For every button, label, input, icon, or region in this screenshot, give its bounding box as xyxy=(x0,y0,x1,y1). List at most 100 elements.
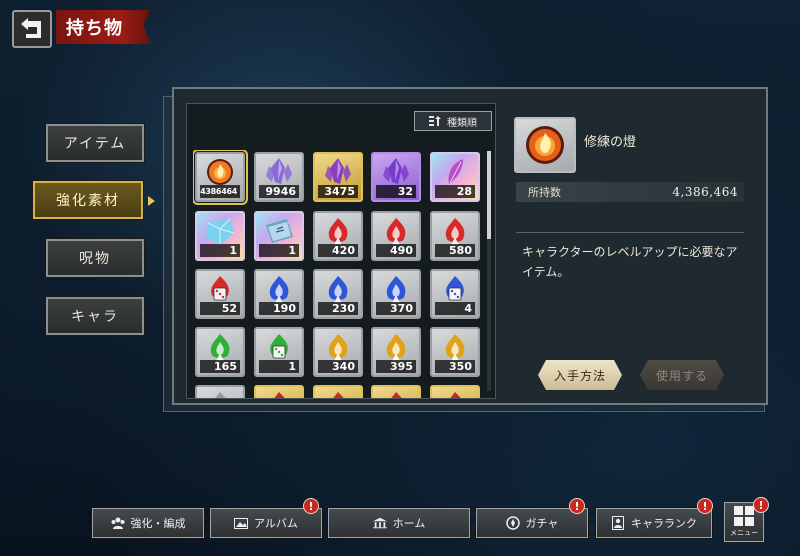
item-count: 370 xyxy=(376,302,416,315)
item-count: 9946 xyxy=(259,185,299,198)
back-button[interactable] xyxy=(12,10,52,48)
nav-character-rank-button[interactable]: キャラランク xyxy=(595,507,713,539)
item-count: 165 xyxy=(200,360,240,373)
item-slot[interactable] xyxy=(371,385,421,398)
purple-crystal-icon xyxy=(325,158,351,185)
flame-shard-icon xyxy=(450,392,461,398)
tab-label: 呪物 xyxy=(79,251,111,267)
item-slot[interactable]: 4 xyxy=(430,269,480,319)
nav-album-button[interactable]: アルバム xyxy=(209,507,323,539)
item-icon-wrapper xyxy=(202,389,238,398)
item-icon-wrapper xyxy=(320,389,356,398)
item-slot[interactable]: 190 xyxy=(254,269,304,319)
item-slot[interactable]: 230 xyxy=(313,269,363,319)
character-rank-notification-badge: ! xyxy=(697,498,713,514)
detail-item-thumbnail xyxy=(514,117,576,173)
dice-flame-icon xyxy=(270,334,288,359)
menu-notification-badge: ! xyxy=(753,497,769,513)
tab-enhance-material[interactable]: 強化素材 xyxy=(32,180,144,220)
item-count: 52 xyxy=(200,302,240,315)
item-slot[interactable]: 32 xyxy=(371,152,421,202)
item-slot[interactable]: 1 xyxy=(254,211,304,261)
nav-label: キャラランク xyxy=(631,517,697,530)
nav-label: 強化・編成 xyxy=(130,517,186,530)
sort-icon xyxy=(429,116,441,126)
purple-crystal-icon xyxy=(266,158,292,185)
detail-item-name: 修練の燈 xyxy=(584,135,637,150)
item-slot[interactable]: 1 xyxy=(254,327,304,377)
tab-character[interactable]: キャラ xyxy=(45,296,145,336)
item-slot[interactable] xyxy=(313,385,363,398)
detail-divider xyxy=(516,232,744,233)
item-count: 32 xyxy=(376,185,416,198)
flame-shard-icon xyxy=(445,218,465,246)
nav-label: ホーム xyxy=(392,517,426,530)
sort-button[interactable]: 種類順 xyxy=(414,111,492,131)
dice-flame-icon xyxy=(211,276,229,301)
flame-shard-icon xyxy=(386,276,406,304)
flame-shard-icon xyxy=(328,276,348,304)
back-arrow-icon xyxy=(21,18,41,38)
menu-label: メニュー xyxy=(730,529,758,537)
nav-label: アルバム xyxy=(254,517,298,530)
page-title-banner: 持ち物 xyxy=(56,10,150,44)
item-slot[interactable]: 370 xyxy=(371,269,421,319)
flame-orb-icon xyxy=(526,126,564,164)
item-slot[interactable]: 9946 xyxy=(254,152,304,202)
group-icon xyxy=(111,516,125,530)
feather-icon xyxy=(448,159,463,185)
item-slot[interactable] xyxy=(254,385,304,398)
owned-count-bar: 所持数 4,386,464 xyxy=(516,182,744,202)
owned-label: 所持数 xyxy=(528,186,561,199)
flame-shard-icon xyxy=(391,392,402,398)
item-slot[interactable]: 340 xyxy=(313,327,363,377)
item-count: 1 xyxy=(259,360,299,373)
flame-shard-icon xyxy=(210,334,230,362)
item-slot[interactable]: 3475 xyxy=(313,152,363,202)
item-slot[interactable]: 395 xyxy=(371,327,421,377)
flame-shard-icon xyxy=(386,334,406,362)
item-slot[interactable]: 52 xyxy=(195,269,245,319)
item-slot[interactable]: 350 xyxy=(430,327,480,377)
item-slot[interactable]: 580 xyxy=(430,211,480,261)
grid-scrollbar-thumb[interactable] xyxy=(487,151,491,239)
flame-shard-icon xyxy=(328,218,348,246)
item-count: 28 xyxy=(435,185,475,198)
nav-gacha-button[interactable]: ガチャ xyxy=(475,507,589,539)
item-slot[interactable]: 420 xyxy=(313,211,363,261)
rainbow-gem-icon xyxy=(206,218,235,246)
item-count: 490 xyxy=(376,244,416,257)
flame-shard-icon xyxy=(386,218,406,246)
item-slot[interactable]: 28 xyxy=(430,152,480,202)
use-button[interactable]: 使用する xyxy=(640,360,724,390)
rank-icon xyxy=(611,516,625,530)
item-count: 230 xyxy=(318,302,358,315)
gacha-notification-badge: ! xyxy=(569,498,585,514)
album-icon xyxy=(234,516,249,530)
acquire-label: 入手方法 xyxy=(553,368,606,383)
nav-enhance-formation-button[interactable]: 強化・編成 xyxy=(91,507,205,539)
flame-shard-icon xyxy=(274,392,285,398)
item-count: 190 xyxy=(259,302,299,315)
item-slot[interactable]: 165 xyxy=(195,327,245,377)
nav-home-button[interactable]: ホーム xyxy=(327,507,471,539)
sort-label: 種類順 xyxy=(447,117,477,129)
item-slot[interactable]: 490 xyxy=(371,211,421,261)
flame-shard-icon xyxy=(445,334,465,362)
item-slot[interactable]: 4386464 xyxy=(193,150,248,205)
dice-flame-icon xyxy=(446,276,464,301)
purple-crystal-icon xyxy=(383,158,409,185)
item-slot[interactable] xyxy=(195,385,245,398)
flame-shard-icon xyxy=(215,392,226,398)
item-count: 4 xyxy=(435,302,475,315)
acquire-method-button[interactable]: 入手方法 xyxy=(538,360,622,390)
home-icon xyxy=(372,516,387,530)
tab-item[interactable]: アイテム xyxy=(45,123,145,163)
flame-shard-icon xyxy=(333,392,344,398)
tab-label: キャラ xyxy=(71,309,119,325)
item-count: 3475 xyxy=(318,185,358,198)
tab-cursed-item[interactable]: 呪物 xyxy=(45,238,145,278)
item-slot[interactable] xyxy=(430,385,480,398)
item-slot[interactable]: 1 xyxy=(195,211,245,261)
item-icon-wrapper xyxy=(378,389,414,398)
